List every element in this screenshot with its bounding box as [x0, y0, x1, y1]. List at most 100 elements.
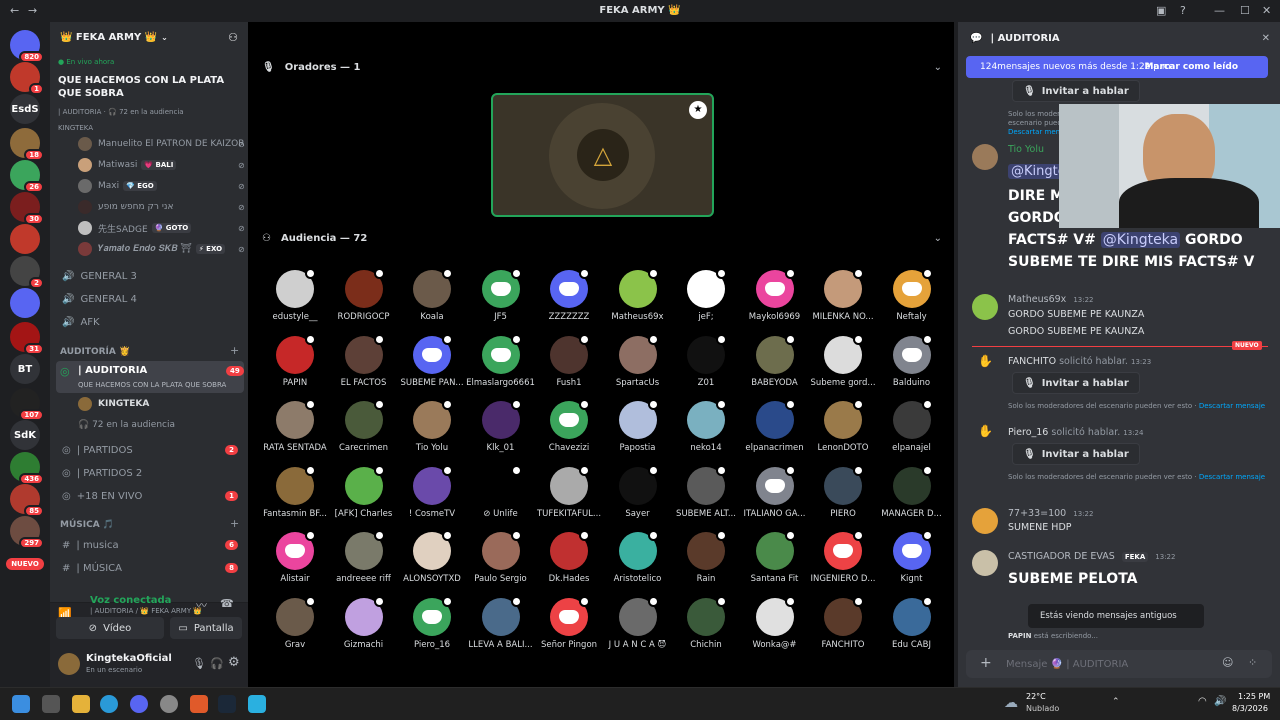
audience-member[interactable]: Paulo Sergio: [466, 530, 536, 584]
audience-member[interactable]: INGENIERO D...: [808, 530, 878, 584]
audience-member[interactable]: MILENKA NO...: [808, 268, 878, 322]
audience-member[interactable]: Klk_01: [466, 399, 536, 453]
audience-member[interactable]: Z01: [671, 333, 741, 388]
help-icon[interactable]: ?: [1180, 4, 1186, 17]
message-author[interactable]: Matheus69x 13:22: [1008, 294, 1094, 305]
disconnect-icon[interactable]: ☎: [220, 597, 234, 610]
avatar[interactable]: [972, 294, 998, 320]
audience-member[interactable]: Grav: [260, 595, 330, 650]
volume-icon[interactable]: 🔊: [1214, 696, 1226, 707]
voice-user[interactable]: 先生SADGE 🔮 GOTO ⊘: [78, 218, 245, 238]
audience-member[interactable]: SpartacUs: [603, 333, 673, 388]
windows-start-icon[interactable]: [12, 695, 30, 713]
audience-member[interactable]: RATA SENTADA: [260, 399, 330, 453]
audience-member[interactable]: Chavezizi: [534, 399, 604, 453]
screen-share-button[interactable]: ▭ Pantalla: [170, 617, 242, 639]
server-icon[interactable]: 436: [10, 452, 44, 485]
channel-item[interactable]: ◎ | PARTIDOS 2: [58, 463, 244, 483]
live-event-title[interactable]: QUE HACEMOS CON LA PLATA QUE SOBRA: [58, 74, 238, 100]
channel-item[interactable]: 🔊 AFK: [58, 312, 244, 332]
avatar[interactable]: [972, 144, 998, 170]
voice-user[interactable]: Manuelito El PATRON DE KAIZOR ⊘: [78, 134, 245, 154]
server-icon[interactable]: 2: [10, 256, 44, 289]
file-explorer-icon[interactable]: [72, 695, 90, 713]
audience-member[interactable]: Sayer: [603, 464, 673, 519]
channel-item[interactable]: 🔊 GENERAL 3: [58, 266, 244, 286]
task-view-icon[interactable]: [42, 695, 60, 713]
audience-member[interactable]: PAPIN: [260, 333, 330, 388]
audience-member[interactable]: ! CosmeTV: [397, 464, 467, 519]
speaker-tile[interactable]: △ ★: [491, 93, 714, 217]
audience-member[interactable]: J U A N C A 😈: [603, 595, 673, 650]
audience-member[interactable]: elpanajel: [877, 399, 947, 453]
edge-icon[interactable]: [100, 695, 118, 713]
brave-icon[interactable]: [190, 695, 208, 713]
notepad-icon[interactable]: [248, 695, 266, 713]
channel-item[interactable]: # | MÚSICA 8: [58, 558, 244, 578]
server-icon[interactable]: 85: [10, 484, 44, 517]
audience-member[interactable]: TUFEKITAFUL...: [534, 464, 604, 519]
old-messages-tooltip[interactable]: Estás viendo mensajes antiguos: [1028, 604, 1204, 628]
audience-member[interactable]: EL FACTOS: [329, 333, 399, 388]
invite-to-speak-button[interactable]: 🎙 Invitar a hablar: [1012, 443, 1140, 465]
audience-member[interactable]: [AFK] Charles: [329, 464, 399, 519]
headphones-icon[interactable]: 🎧: [210, 657, 224, 670]
audience-member[interactable]: MANAGER D...: [877, 464, 947, 519]
maximize-icon[interactable]: ☐: [1240, 4, 1250, 17]
voice-user[interactable]: Matiwasi 💗 BALI ⊘: [78, 155, 245, 175]
mark-read-button[interactable]: Marcar como leído: [1144, 62, 1238, 72]
audience-member[interactable]: BABEYODA: [740, 333, 810, 388]
audience-member[interactable]: andreeee riff: [329, 530, 399, 584]
clock-date[interactable]: 8/3/2026: [1232, 704, 1268, 713]
avatar[interactable]: [972, 508, 998, 534]
wifi-icon[interactable]: ◠: [1198, 696, 1207, 707]
audience-member[interactable]: Fush1: [534, 333, 604, 388]
audience-member[interactable]: Papostia: [603, 399, 673, 453]
add-channel-icon[interactable]: +: [230, 344, 239, 357]
audience-member[interactable]: Subeme gord...: [808, 333, 878, 388]
audience-member[interactable]: ZZZZZZZ: [534, 268, 604, 322]
audience-member[interactable]: Matheus69x: [603, 268, 673, 322]
voice-status[interactable]: Voz conectada: [90, 595, 171, 606]
message-input[interactable]: + Mensaje 🔮 | AUDITORIA ☺ ⁘: [966, 650, 1272, 678]
settings-gear-icon[interactable]: ⚙: [228, 655, 240, 670]
server-icon[interactable]: 30: [10, 192, 44, 225]
channel-item[interactable]: ◎ +18 EN VIVO 1: [58, 486, 244, 506]
audience-member[interactable]: jeF;: [671, 268, 741, 322]
weather-temp[interactable]: 22°C: [1026, 692, 1046, 701]
message-author[interactable]: Tio Yolu: [1008, 144, 1044, 155]
avatar[interactable]: [972, 550, 998, 576]
server-icon[interactable]: [10, 288, 40, 318]
audience-member[interactable]: SUBEME ALT...: [671, 464, 741, 519]
audience-member[interactable]: Balduino: [877, 333, 947, 388]
audience-member[interactable]: FANCHITO: [808, 595, 878, 650]
audience-member[interactable]: Wonka@#: [740, 595, 810, 650]
server-icon[interactable]: 297: [10, 516, 44, 549]
server-header[interactable]: 👑 FEKA ARMY 👑 ⌄ ⚇: [50, 22, 248, 52]
audience-member[interactable]: Chichin: [671, 595, 741, 650]
steam-icon[interactable]: [218, 695, 236, 713]
microphone-icon[interactable]: 🎙: [192, 657, 206, 670]
audience-member[interactable]: Maykol6969: [740, 268, 810, 322]
app-icon[interactable]: [160, 695, 178, 713]
chevron-down-icon[interactable]: ⌄: [934, 233, 942, 244]
server-icon[interactable]: 26: [10, 160, 44, 193]
channel-auditoria[interactable]: ◎ | AUDITORIA 49 QUE HACEMOS CON LA PLAT…: [56, 361, 244, 393]
audience-member[interactable]: Koala: [397, 268, 467, 322]
close-icon[interactable]: ✕: [1262, 33, 1270, 44]
audience-member[interactable]: Dk.Hades: [534, 530, 604, 584]
audience-header[interactable]: ⚇ Audiencia — 72: [262, 233, 367, 244]
clock-time[interactable]: 1:25 PM: [1238, 692, 1270, 701]
chevron-up-icon[interactable]: ⌃: [1112, 697, 1120, 707]
audience-member[interactable]: Santana Fit: [740, 530, 810, 584]
message-author[interactable]: CASTIGADOR DE EVAS FEKA 13:22: [1008, 551, 1175, 562]
new-messages-bar[interactable]: 124mensajes nuevos más desde 1:22 p.m. M…: [966, 56, 1268, 78]
audience-member[interactable]: Kignt: [877, 530, 947, 584]
audience-member[interactable]: ITALIANO GA...: [740, 464, 810, 519]
audience-member[interactable]: LLEVA A BALI...: [466, 595, 536, 650]
audience-member[interactable]: Fantasmin BF...: [260, 464, 330, 519]
server-icon[interactable]: 31: [10, 322, 44, 355]
channel-item[interactable]: ◎ | PARTIDOS 2: [58, 440, 244, 460]
server-icon[interactable]: 107: [10, 388, 44, 421]
audience-member[interactable]: ALONSOYTXD: [397, 530, 467, 584]
